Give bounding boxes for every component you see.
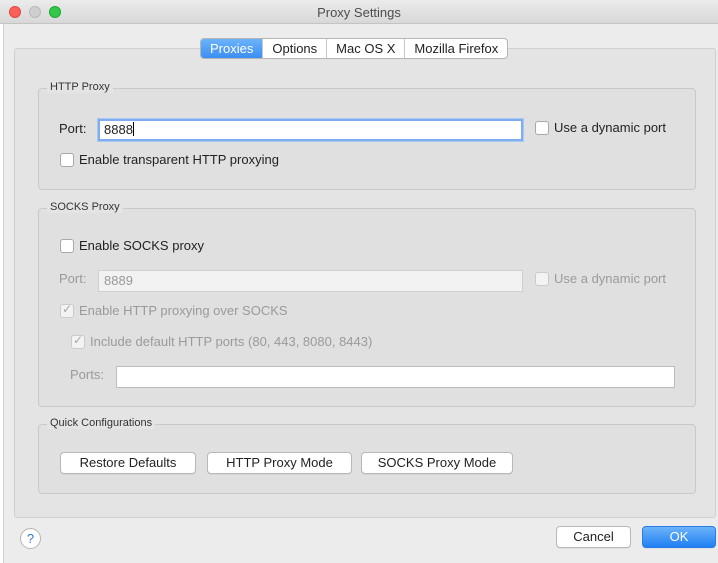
http-port-value: 8888	[104, 122, 133, 137]
socks-port-field[interactable]: 8889	[98, 270, 523, 292]
socks-proxy-mode-button[interactable]: SOCKS Proxy Mode	[361, 452, 513, 474]
http-dynamic-port-checkbox[interactable]	[535, 121, 549, 135]
quick-config-legend: Quick Configurations	[47, 417, 156, 429]
http-dynamic-port-label: Use a dynamic port	[554, 120, 666, 135]
socks-ports-label: Ports:	[70, 367, 104, 382]
socks-dynamic-port-label: Use a dynamic port	[554, 271, 666, 286]
socks-proxy-legend: SOCKS Proxy	[47, 201, 123, 213]
http-port-label: Port:	[59, 121, 87, 136]
checkmark-icon: ✓	[62, 302, 73, 316]
ok-button[interactable]: OK	[642, 526, 716, 548]
background-window-edge	[0, 24, 4, 563]
help-button[interactable]: ?	[20, 528, 41, 549]
cancel-button[interactable]: Cancel	[556, 526, 631, 548]
tab-options[interactable]: Options	[263, 39, 328, 58]
tab-bar: Proxies Options Mac OS X Mozilla Firefox	[200, 38, 509, 59]
tab-proxies[interactable]: Proxies	[201, 39, 264, 58]
tab-mozilla-firefox[interactable]: Mozilla Firefox	[405, 39, 507, 58]
include-default-ports-label: Include default HTTP ports (80, 443, 808…	[90, 334, 373, 349]
title-bar: Proxy Settings	[0, 0, 718, 24]
transparent-proxy-label: Enable transparent HTTP proxying	[79, 152, 279, 167]
http-over-socks-checkbox[interactable]: ✓	[60, 302, 74, 318]
text-caret	[132, 122, 134, 136]
window-title: Proxy Settings	[317, 5, 401, 20]
include-default-ports-checkbox[interactable]: ✓	[71, 333, 85, 349]
transparent-proxy-checkbox[interactable]	[60, 153, 74, 167]
enable-socks-checkbox[interactable]	[60, 239, 74, 253]
http-over-socks-label: Enable HTTP proxying over SOCKS	[79, 303, 288, 318]
http-port-field[interactable]: 8888	[98, 119, 523, 141]
socks-ports-field[interactable]	[116, 366, 675, 388]
socks-port-value: 8889	[104, 273, 133, 288]
socks-port-label: Port:	[59, 271, 87, 286]
checkmark-icon: ✓	[73, 333, 84, 347]
http-proxy-legend: HTTP Proxy	[47, 81, 113, 93]
http-proxy-mode-button[interactable]: HTTP Proxy Mode	[207, 452, 352, 474]
enable-socks-label: Enable SOCKS proxy	[79, 238, 205, 253]
restore-defaults-button[interactable]: Restore Defaults	[60, 452, 196, 474]
socks-dynamic-port-checkbox[interactable]	[535, 272, 549, 286]
tab-mac-os-x[interactable]: Mac OS X	[327, 39, 406, 58]
